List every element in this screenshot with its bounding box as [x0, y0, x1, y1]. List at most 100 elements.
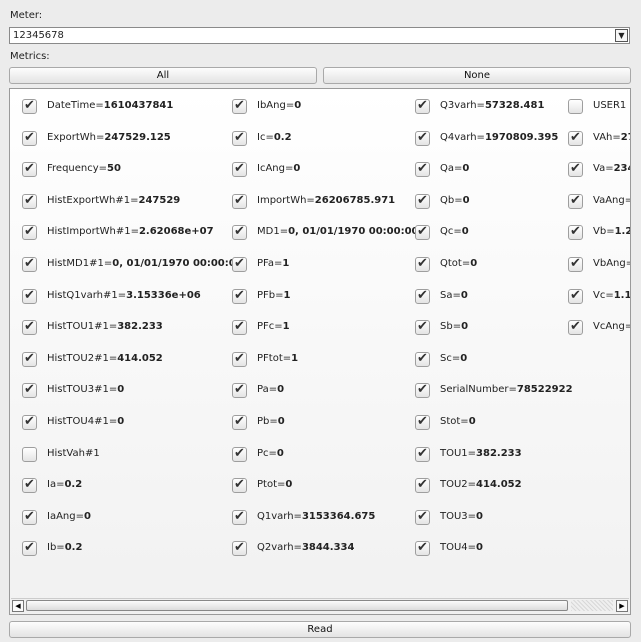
metric-value: 0 [462, 194, 470, 206]
metric-value: 1970809.395 [484, 131, 559, 143]
select-all-button[interactable]: All [9, 67, 317, 84]
metric-label: Qb=0 [440, 194, 470, 206]
checkmark-icon: ✔ [24, 382, 35, 398]
checkbox-box[interactable]: ✔ [22, 382, 37, 399]
metric-value: 1.1 [613, 289, 631, 301]
metric-value: 247529 [138, 194, 181, 206]
metric-label: TOU1=382.233 [440, 447, 522, 459]
checkbox-box[interactable]: ✔ [232, 382, 247, 399]
metric-value: 1 [291, 352, 299, 364]
checkbox-box[interactable]: ✔ [568, 256, 583, 272]
meter-select-value: 12345678 [13, 30, 64, 41]
chevron-down-icon[interactable]: ▼ [615, 29, 628, 42]
metric-value: 0 [476, 542, 484, 554]
metric-label: Q2varh=3844.334 [257, 542, 355, 554]
horizontal-scrollbar[interactable]: ◀ ▶ [11, 598, 629, 613]
scrollbar-track[interactable] [571, 600, 613, 611]
checkbox-box[interactable]: ✔ [232, 540, 247, 557]
metric-value: 0 [276, 447, 284, 459]
checkmark-icon: ✔ [24, 477, 35, 493]
checkbox-box[interactable]: ✔ [568, 193, 583, 209]
checkbox-box[interactable]: ✔ [22, 540, 37, 557]
checkbox-box[interactable]: ✔ [232, 224, 247, 241]
checkbox-box[interactable]: ✔ [22, 98, 37, 114]
metric-label: Q3varh=57328.481 [440, 100, 545, 111]
checkbox-box[interactable]: ✔ [232, 98, 247, 114]
checkbox-box[interactable]: ✔ [415, 382, 430, 399]
checkbox-box[interactable]: ✔ [22, 224, 37, 241]
checkbox-box[interactable]: ✔ [415, 351, 430, 367]
checkbox-box[interactable]: ✔ [22, 288, 37, 304]
checkbox-box[interactable]: ✔ [22, 477, 37, 494]
checkbox-box[interactable]: ✔ [568, 130, 583, 146]
metric-label: IbAng=0 [257, 100, 302, 111]
checkbox-box[interactable]: ✔ [415, 446, 430, 462]
checkbox-box[interactable]: ✔ [415, 288, 430, 304]
checkbox-box[interactable]: ✔ [415, 193, 430, 209]
metric-value: 0 [460, 289, 468, 301]
scrollbar-thumb[interactable] [26, 600, 568, 611]
scroll-left-icon[interactable]: ◀ [12, 600, 24, 612]
checkmark-icon: ✔ [417, 161, 428, 177]
checkbox-box[interactable]: ✔ [232, 414, 247, 430]
checkbox-box[interactable]: ✔ [232, 477, 247, 494]
checkbox-box[interactable]: ✔ [415, 130, 430, 146]
checkbox-box[interactable] [22, 446, 37, 462]
metric-label: HistQ1varh#1=3.15336e+06 [47, 289, 201, 301]
read-button[interactable]: Read [9, 621, 631, 638]
metric-label: SerialNumber=78522922 [440, 384, 573, 396]
checkmark-icon: ✔ [234, 508, 245, 524]
checkbox-box[interactable]: ✔ [232, 288, 247, 304]
checkbox-box[interactable]: ✔ [415, 477, 430, 494]
checkbox-box[interactable]: ✔ [22, 350, 37, 367]
checkbox-box[interactable]: ✔ [22, 161, 37, 178]
checkbox-box[interactable]: ✔ [232, 446, 247, 462]
checkmark-icon: ✔ [24, 350, 35, 366]
checkbox-box[interactable]: ✔ [415, 256, 430, 272]
metric-label: HistMD1#1=0, 01/01/1970 00:00:00 [47, 258, 243, 269]
checkmark-icon: ✔ [24, 192, 35, 208]
metric-label: Sb=0 [440, 321, 469, 333]
checkbox-box[interactable]: ✔ [415, 224, 430, 241]
metric-value: 0 [285, 479, 293, 491]
checkbox-box[interactable]: ✔ [22, 414, 37, 430]
metric-value: 0 [461, 226, 469, 238]
meter-select[interactable]: 12345678 ▼ [9, 27, 630, 44]
checkbox-box[interactable] [568, 99, 583, 114]
metric-value: 3844.334 [301, 542, 355, 554]
metric-label: Frequency=50 [47, 163, 121, 175]
metric-label: VcAng= [593, 321, 631, 333]
metric-label: TOU2=414.052 [440, 479, 522, 491]
metric-label: TOU3=0 [440, 510, 484, 522]
metric-label: PFa=1 [257, 258, 290, 269]
checkbox-box[interactable]: ✔ [22, 256, 37, 272]
metric-label: PFb=1 [257, 289, 291, 301]
metric-label: Pa=0 [257, 384, 285, 396]
checkbox-box[interactable]: ✔ [568, 319, 583, 336]
checkbox-box[interactable]: ✔ [232, 351, 247, 367]
checkbox-box[interactable]: ✔ [568, 224, 583, 241]
checkbox-box[interactable]: ✔ [22, 192, 37, 209]
checkbox-box[interactable]: ✔ [415, 319, 430, 336]
select-none-button[interactable]: None [323, 67, 631, 84]
checkmark-icon: ✔ [234, 477, 245, 493]
checkbox-box[interactable]: ✔ [415, 414, 430, 430]
checkbox-box[interactable]: ✔ [232, 161, 247, 178]
checkbox-box[interactable]: ✔ [568, 288, 583, 304]
checkbox-box[interactable]: ✔ [415, 161, 430, 178]
checkbox-box[interactable]: ✔ [415, 98, 430, 114]
metric-value: 26206785.971 [314, 194, 396, 206]
checkbox-box[interactable]: ✔ [232, 256, 247, 272]
checkbox-box[interactable]: ✔ [22, 509, 37, 525]
checkbox-box[interactable]: ✔ [22, 319, 37, 336]
scroll-right-icon[interactable]: ▶ [616, 600, 628, 612]
metric-value: 3153364.675 [301, 510, 376, 522]
checkbox-box[interactable]: ✔ [232, 508, 247, 525]
checkbox-box[interactable]: ✔ [232, 193, 247, 209]
checkbox-box[interactable]: ✔ [232, 319, 247, 336]
checkbox-box[interactable]: ✔ [232, 130, 247, 146]
checkbox-box[interactable]: ✔ [22, 130, 37, 146]
checkbox-box[interactable]: ✔ [415, 540, 430, 557]
checkbox-box[interactable]: ✔ [415, 509, 430, 525]
checkbox-box[interactable]: ✔ [568, 161, 583, 178]
